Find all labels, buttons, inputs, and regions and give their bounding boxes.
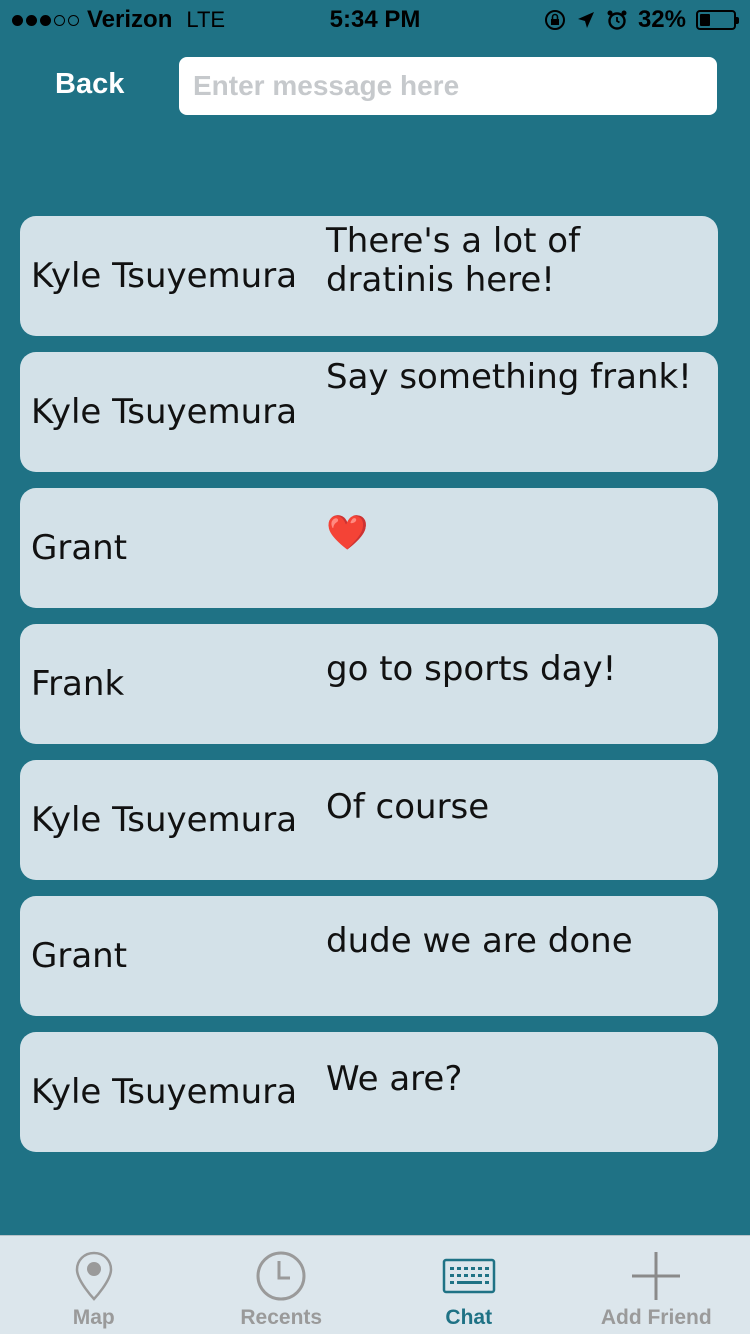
location-arrow-icon [577, 12, 594, 28]
tab-label: Map [72, 1306, 115, 1329]
message-card[interactable]: Frank go to sports day! [20, 624, 718, 744]
message-card[interactable]: Kyle Tsuyemura There's a lot of dratinis… [20, 216, 718, 336]
message-text: go to sports day! [326, 649, 617, 689]
tab-recents[interactable]: Recents [188, 1236, 376, 1334]
message-sender: Kyle Tsuyemura [31, 799, 298, 840]
tab-map[interactable]: Map [0, 1236, 188, 1334]
tab-label: Chat [445, 1306, 493, 1329]
message-text: Say something frank! [326, 357, 692, 397]
message-sender: Kyle Tsuyemura [31, 391, 298, 432]
orientation-lock-icon [544, 10, 565, 30]
battery-level [700, 14, 711, 26]
message-sender: Grant [31, 527, 128, 568]
message-list: Kyle Tsuyemura There's a lot of dratinis… [20, 216, 718, 1168]
tab-chat[interactable]: Chat [375, 1236, 563, 1334]
battery-percent: 32% [637, 6, 686, 33]
tab-label: Add Friend [600, 1306, 712, 1329]
message-card[interactable]: Kyle Tsuyemura We are? [20, 1032, 718, 1152]
plus-icon [632, 1252, 681, 1300]
tab-add-friend[interactable]: Add Friend [563, 1236, 750, 1334]
alarm-icon [607, 10, 627, 30]
message-sender: Kyle Tsuyemura [31, 255, 298, 296]
message-text: There's a lot of dratinis here! [326, 221, 581, 300]
message-text: ❤️ [326, 513, 369, 553]
message-sender: Grant [31, 935, 128, 976]
message-input[interactable] [179, 57, 717, 115]
message-card[interactable]: Grant ❤️ [20, 488, 718, 608]
back-button[interactable]: Back [55, 68, 124, 101]
message-text: Of course [326, 787, 490, 827]
clock-icon [256, 1251, 306, 1301]
message-sender: Kyle Tsuyemura [31, 1071, 298, 1112]
message-text: dude we are done [326, 921, 633, 961]
map-pin-icon [75, 1251, 113, 1301]
tab-label: Recents [240, 1306, 323, 1329]
message-card[interactable]: Kyle Tsuyemura Say something frank! [20, 352, 718, 472]
message-sender: Frank [31, 663, 125, 704]
status-right: 32% [544, 6, 739, 34]
message-card[interactable]: Grant dude we are done [20, 896, 718, 1016]
message-card[interactable]: Kyle Tsuyemura Of course [20, 760, 718, 880]
battery-icon [696, 10, 739, 30]
message-text: We are? [326, 1059, 463, 1099]
status-bar: Verizon LTE 5:34 PM 32% [0, 0, 750, 40]
tab-bar: Map Recents Chat Add Friend [0, 1235, 750, 1334]
keyboard-icon [442, 1258, 495, 1294]
